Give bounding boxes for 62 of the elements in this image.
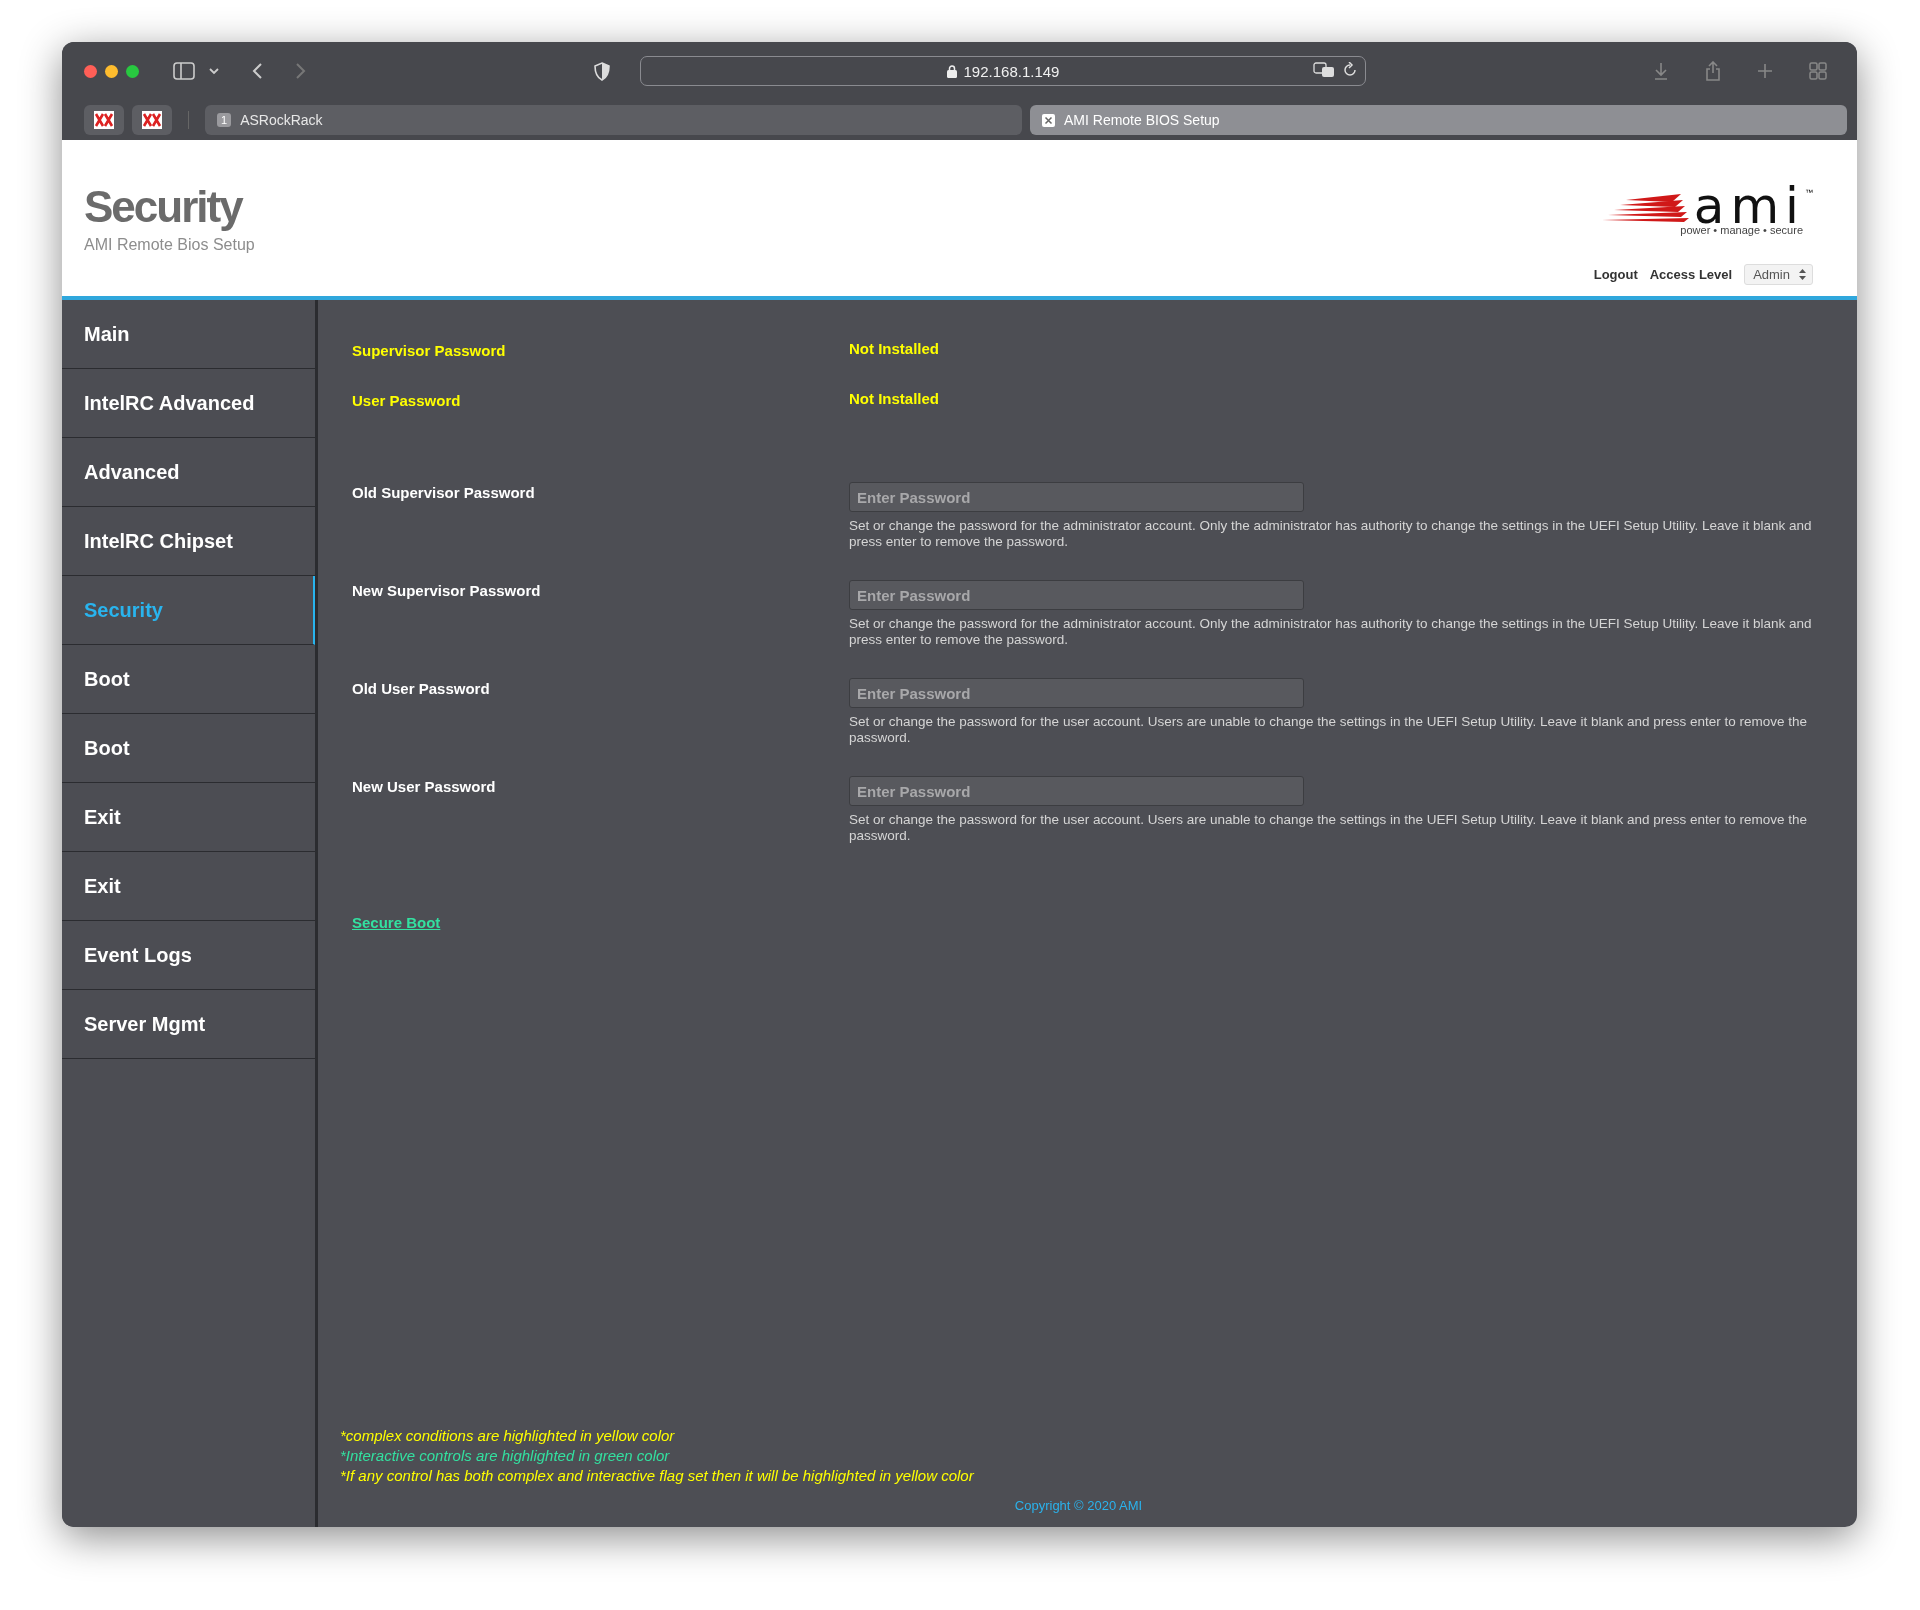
setting-value: Not Installed [849, 340, 939, 359]
help-text: Set or change the password for the administrator account. Only the administrator has authority to change the settings in the UEFI Setup Utility. Leave it blank and press enter to remove the password. [849, 616, 1813, 648]
tab-number-badge: 1 [217, 113, 232, 127]
xx-favicon-icon [142, 111, 162, 129]
password-field[interactable]: Enter Password [849, 482, 1304, 512]
access-level-select[interactable]: Admin [1744, 264, 1813, 285]
tab-title: AMI Remote BIOS Setup [1064, 112, 1220, 128]
access-level-label: Access Level [1649, 267, 1733, 282]
reload-icon[interactable] [1343, 62, 1357, 78]
sidebar-item[interactable]: Boot [62, 645, 315, 714]
back-icon[interactable] [251, 62, 263, 80]
help-text: Set or change the password for the user account. Users are unable to change the settings in the UEFI Setup Utility. Leave it blank and press enter to remove the password. [849, 812, 1809, 844]
lock-icon [946, 64, 957, 78]
pinned-tab[interactable] [84, 105, 124, 135]
password-field[interactable]: Enter Password [849, 776, 1304, 806]
setting-label: Old User Password [352, 679, 491, 699]
setting-label: Supervisor Password [352, 341, 507, 361]
pinned-tab[interactable] [132, 105, 172, 135]
window-control-button[interactable] [126, 64, 139, 78]
setting-label: Old Supervisor Password [352, 483, 536, 503]
forward-icon [295, 62, 307, 80]
password-field[interactable]: Enter Password [849, 580, 1304, 610]
legend-note: *Interactive controls are highlighted in green color [340, 1447, 671, 1464]
setting-label: New User Password [352, 777, 497, 797]
window-control-button[interactable] [105, 64, 118, 78]
shield-icon[interactable] [594, 61, 610, 81]
page-title: Security [84, 182, 244, 232]
tabs-overview-icon[interactable] [1809, 62, 1827, 80]
address-bar[interactable]: 192.168.1.149 [640, 56, 1366, 86]
browser-tab[interactable]: 1 ASRockRack [205, 105, 1022, 135]
tab-title: ASRockRack [240, 112, 323, 128]
logout-link[interactable]: Logout [1593, 267, 1638, 282]
sidebar-item[interactable]: Exit [62, 783, 315, 852]
chevron-down-icon[interactable] [209, 67, 219, 75]
sidebar-item[interactable]: Advanced [62, 438, 315, 507]
legend-note: *If any control has both complex and interactive flag set then it will be highlighted in yellow color [340, 1467, 975, 1484]
sidebar-item[interactable]: Security [62, 576, 315, 645]
secure-boot-link[interactable]: Secure Boot [352, 914, 441, 931]
sidebar-item[interactable]: Event Logs [62, 921, 315, 990]
window-control-button[interactable] [84, 64, 97, 78]
copyright-text: Copyright © 2020 AMI [1014, 1498, 1143, 1513]
page-subtitle: AMI Remote Bios Setup [84, 236, 255, 254]
help-text: Set or change the password for the administrator account. Only the administrator has authority to change the settings in the UEFI Setup Utility. Leave it blank and press enter to remove the password. [849, 518, 1813, 550]
xx-favicon-icon [94, 111, 114, 129]
sidebar-item[interactable]: Boot [62, 714, 315, 783]
updown-arrows-icon [1799, 269, 1806, 280]
share-icon[interactable] [1705, 61, 1721, 81]
setting-value: Not Installed [849, 390, 939, 409]
setting-label: User Password [352, 391, 462, 411]
download-icon[interactable] [1653, 62, 1669, 80]
help-text: Set or change the password for the user account. Users are unable to change the settings in the UEFI Setup Utility. Leave it blank and press enter to remove the password. [849, 714, 1809, 746]
password-field[interactable]: Enter Password [849, 678, 1304, 708]
favicon-icon [1042, 113, 1055, 127]
sidebar-item[interactable]: Exit [62, 852, 315, 921]
legend-note: *complex conditions are highlighted in yellow color [340, 1427, 676, 1444]
setting-label: New Supervisor Password [352, 581, 542, 601]
sidebar-item[interactable]: IntelRC Advanced [62, 369, 315, 438]
sidebar-item[interactable]: Server Mgmt [62, 990, 315, 1059]
sidebar-item[interactable]: Main [62, 300, 315, 369]
sidebar-item[interactable]: IntelRC Chipset [62, 507, 315, 576]
url-text: 192.168.1.149 [963, 62, 1060, 80]
sidebar-icon[interactable] [173, 62, 195, 80]
